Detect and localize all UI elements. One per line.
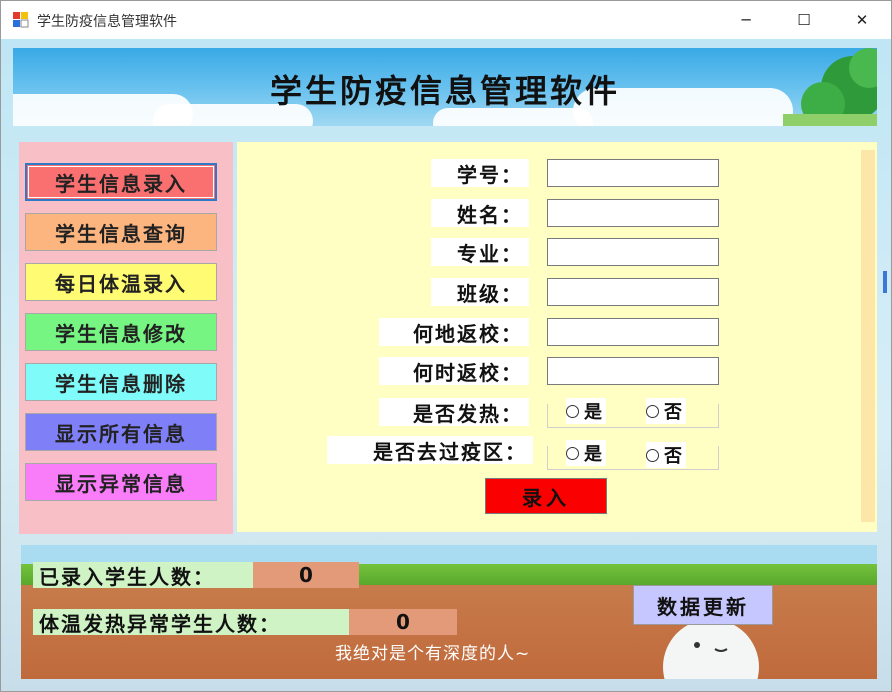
student-id-label: 学号： <box>431 159 529 187</box>
refresh-button[interactable]: 数据更新 <box>633 585 773 625</box>
window-title: 学生防疫信息管理软件 <box>37 14 177 30</box>
nav-daily-temperature-button[interactable]: 每日体温录入 <box>25 263 217 301</box>
maximize-button[interactable]: ☐ <box>775 1 833 39</box>
close-button[interactable]: ✕ <box>833 1 891 39</box>
maximize-icon: ☐ <box>797 11 811 29</box>
risk-area-yes-radio[interactable]: 是 <box>566 440 606 466</box>
radio-circle-icon <box>646 404 659 418</box>
minimize-button[interactable]: ─ <box>717 1 775 39</box>
nav-student-query-button[interactable]: 学生信息查询 <box>25 213 217 251</box>
return-time-label: 何时返校： <box>379 357 529 385</box>
return-place-label: 何地返校： <box>379 318 529 346</box>
risk-area-no-label: 否 <box>664 446 682 467</box>
class-label: 班级： <box>431 278 529 306</box>
fever-count-label: 体温发热异常学生人数： <box>33 609 349 636</box>
minimize-icon: ─ <box>741 11 751 29</box>
nav-panel: 学生信息录入 学生信息查询 每日体温录入 学生信息修改 学生信息删除 显示所有信… <box>19 142 233 534</box>
entered-count-value: 0 <box>253 562 359 588</box>
title-bar[interactable]: 学生防疫信息管理软件 ─ ☐ ✕ <box>1 1 891 39</box>
radio-circle-icon <box>566 446 579 460</box>
fever-count-value: 0 <box>349 609 457 635</box>
nav-show-abnormal-button[interactable]: 显示异常信息 <box>25 463 217 501</box>
app-window: 学生防疫信息管理软件 ─ ☐ ✕ 学生防疫信息管理软件 学生信息录入 学生信息查… <box>0 0 892 692</box>
nav-show-all-button[interactable]: 显示所有信息 <box>25 413 217 451</box>
risk-area-label: 是否去过疫区： <box>327 436 533 464</box>
major-input[interactable] <box>547 238 719 266</box>
fever-no-label: 否 <box>664 402 682 423</box>
radio-circle-icon <box>566 404 579 418</box>
stats-panel: 已录入学生人数： 0 体温发热异常学生人数： 0 数据更新 我绝对是个有深度的人… <box>21 545 877 679</box>
banner-title: 学生防疫信息管理软件 <box>269 72 620 110</box>
name-label: 姓名： <box>431 199 529 227</box>
window-scroll-thumb[interactable] <box>883 271 887 293</box>
client-area: 学生防疫信息管理软件 学生信息录入 学生信息查询 每日体温录入 学生信息修改 学… <box>1 39 891 691</box>
risk-area-radio-group: 是 否 <box>547 440 719 470</box>
risk-area-yes-label: 是 <box>584 444 602 465</box>
fever-yes-label: 是 <box>584 402 602 423</box>
banner: 学生防疫信息管理软件 <box>13 48 877 126</box>
fever-no-radio[interactable]: 否 <box>646 398 686 424</box>
fever-radio-group: 是 否 <box>547 398 719 428</box>
entry-form: 学号： 姓名： 专业： 班级： 何地返校： 何时返校： 是否发热： 是 否 是否… <box>237 142 877 532</box>
app-icon <box>13 12 29 28</box>
nav-student-delete-button[interactable]: 学生信息删除 <box>25 363 217 401</box>
close-icon: ✕ <box>855 11 869 29</box>
fever-label: 是否发热： <box>379 398 529 426</box>
return-place-input[interactable] <box>547 318 719 346</box>
class-input[interactable] <box>547 278 719 306</box>
return-time-input[interactable] <box>547 357 719 385</box>
fever-yes-radio[interactable]: 是 <box>566 398 606 424</box>
caption-text: 我绝对是个有深度的人~ <box>335 644 531 664</box>
name-input[interactable] <box>547 199 719 227</box>
form-scrollbar[interactable] <box>861 150 875 522</box>
submit-button[interactable]: 录入 <box>485 478 607 514</box>
nav-student-edit-button[interactable]: 学生信息修改 <box>25 313 217 351</box>
entered-count-label: 已录入学生人数： <box>33 562 253 589</box>
risk-area-no-radio[interactable]: 否 <box>646 442 686 468</box>
student-id-input[interactable] <box>547 159 719 187</box>
nav-student-entry-button[interactable]: 学生信息录入 <box>25 163 217 201</box>
radio-circle-icon <box>646 448 659 462</box>
major-label: 专业： <box>431 238 529 266</box>
